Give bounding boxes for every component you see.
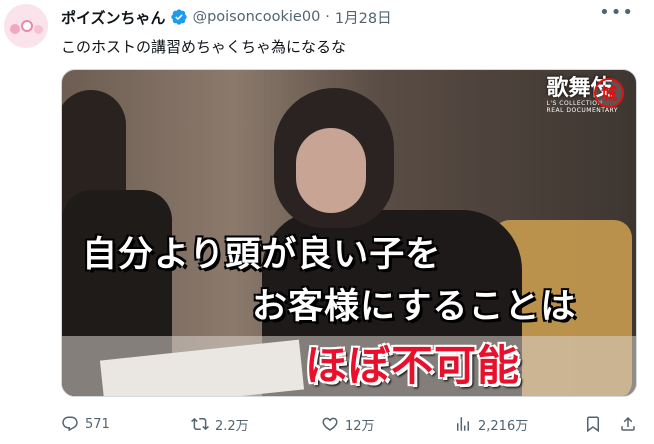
author-handle[interactable]: @poisoncookie00 bbox=[193, 9, 321, 25]
views-button[interactable]: 2,216万 bbox=[454, 413, 528, 435]
tweet-text: このホストの講習めちゃくちゃ為になるな bbox=[61, 38, 347, 56]
reply-button[interactable]: 571 bbox=[61, 413, 110, 435]
views-icon bbox=[457, 417, 469, 431]
avatar-decoration bbox=[21, 20, 33, 32]
avatar-decoration bbox=[34, 25, 43, 34]
brand-subtitle-2: REAL DOCUMENTARY bbox=[546, 107, 618, 114]
tweet-date[interactable]: 1月28日 bbox=[335, 7, 392, 28]
tweet-header: ポイズンちゃん @poisoncookie00 · 1月28日 bbox=[61, 6, 654, 28]
retweet-button[interactable]: 2.2万 bbox=[191, 413, 249, 435]
reply-icon bbox=[62, 416, 78, 432]
like-button[interactable]: 12万 bbox=[321, 413, 375, 435]
media-brand-logo: 歌舞伎 L'S COLLECTION REAL DOCUMENTARY 城 bbox=[546, 76, 624, 114]
tweet-actions: 571 2.2万 12万 2,216万 bbox=[61, 413, 637, 435]
avatar-decoration bbox=[10, 24, 20, 34]
like-icon bbox=[322, 417, 338, 431]
brand-seal: 城 bbox=[594, 78, 624, 108]
media-person-center-face bbox=[296, 128, 366, 213]
views-count: 2,216万 bbox=[478, 418, 529, 434]
caption-line-2: お客様にすることは bbox=[252, 287, 577, 327]
share-icon bbox=[621, 416, 635, 431]
share-button[interactable] bbox=[619, 413, 637, 435]
like-count: 12万 bbox=[345, 418, 375, 434]
retweet-count: 2.2万 bbox=[215, 418, 249, 434]
caption-line-1: 自分より頭が良い子を bbox=[82, 235, 442, 275]
avatar[interactable] bbox=[4, 4, 48, 48]
reply-count: 571 bbox=[85, 416, 110, 432]
retweet-icon bbox=[191, 417, 209, 431]
meta-separator: · bbox=[325, 9, 330, 25]
more-icon[interactable]: ••• bbox=[599, 4, 634, 22]
bookmark-button[interactable] bbox=[584, 413, 602, 435]
tweet-media[interactable]: 歌舞伎 L'S COLLECTION REAL DOCUMENTARY 城 自分… bbox=[61, 69, 637, 397]
verified-badge-icon[interactable] bbox=[170, 8, 188, 26]
bookmark-icon bbox=[587, 416, 599, 433]
author-display-name[interactable]: ポイズンちゃん bbox=[61, 7, 166, 28]
caption-line-3: ほぼ不可能 bbox=[305, 341, 521, 390]
